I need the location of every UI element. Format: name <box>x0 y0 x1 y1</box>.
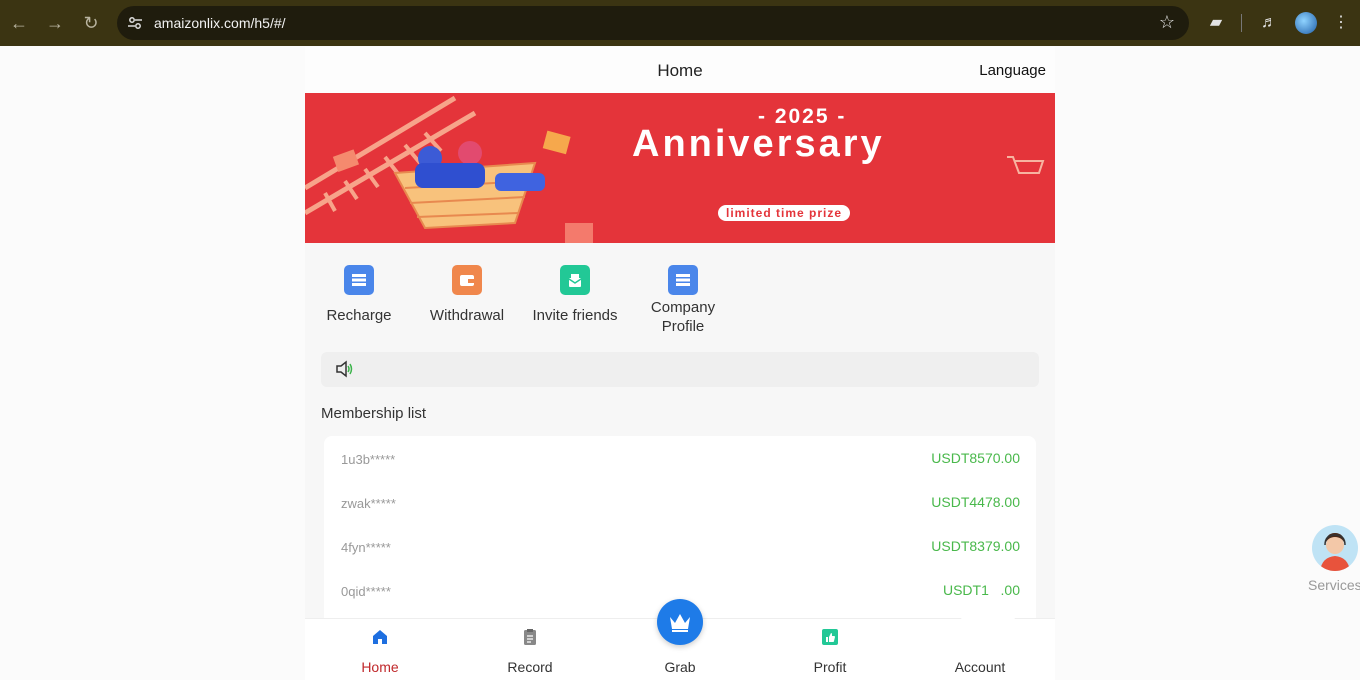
invite-friends-button[interactable]: Invite friends <box>521 265 629 325</box>
bottom-tab-bar: Home Record Grab Profit Account <box>305 599 1055 680</box>
member-name: 1u3b***** <box>341 452 396 467</box>
company-profile-label: Company Profile <box>650 299 716 335</box>
member-amount: USDT4478.00 <box>931 494 1020 510</box>
crown-icon <box>670 614 690 632</box>
address-bar[interactable]: amaizonlix.com/h5/#/ ☆ <box>117 6 1189 40</box>
member-amount: USDT1 .00 <box>942 582 1020 598</box>
shopping-cart-illustration <box>305 95 593 243</box>
tab-account[interactable]: Account <box>905 619 1055 680</box>
forward-arrow-icon[interactable]: → <box>44 12 66 34</box>
quick-actions: Recharge Withdrawal Invite friends Compa… <box>305 247 1055 347</box>
document-icon <box>668 265 698 295</box>
toolbar-divider <box>1241 14 1242 32</box>
member-name: zwak***** <box>341 496 396 511</box>
tab-home-label: Home <box>361 659 399 675</box>
invite-icon <box>560 265 590 295</box>
support-agent-icon <box>1312 525 1358 571</box>
member-name: 4fyn***** <box>341 540 391 555</box>
invite-friends-label: Invite friends <box>532 307 618 324</box>
bookmark-star-icon[interactable]: ☆ <box>1159 12 1175 33</box>
banner-headline: Anniversary <box>632 123 885 165</box>
list-item: zwak***** USDT4478.00 <box>324 480 1036 524</box>
wallet-icon <box>452 265 482 295</box>
site-settings-icon[interactable] <box>127 15 143 31</box>
grab-button[interactable] <box>657 599 703 645</box>
extensions-icon[interactable]: ▰ <box>1205 12 1227 34</box>
media-control-icon[interactable]: ♬ <box>1258 12 1280 34</box>
services-label: Services <box>1308 577 1360 593</box>
withdrawal-button[interactable]: Withdrawal <box>413 265 521 325</box>
member-amount: USDT8379.00 <box>931 538 1020 554</box>
recharge-button[interactable]: Recharge <box>305 265 413 325</box>
company-profile-button[interactable]: Company Profile <box>629 265 737 336</box>
speaker-icon <box>336 360 353 378</box>
tab-record-label: Record <box>507 659 553 675</box>
back-arrow-icon[interactable]: ← <box>8 12 30 34</box>
banner-tagline: limited time prize <box>718 205 851 221</box>
customer-service-widget[interactable]: Services <box>1308 525 1360 600</box>
tab-account-label: Account <box>954 659 1006 675</box>
browser-menu-icon[interactable]: ⋮ <box>1330 12 1352 34</box>
list-item: 4fyn***** USDT8379.00 <box>324 524 1036 568</box>
anniversary-banner[interactable]: - 2025 - Anniversary limited time prize <box>305 93 1055 243</box>
profile-avatar[interactable] <box>1295 12 1317 34</box>
browser-toolbar: ← → ↻ amaizonlix.com/h5/#/ ☆ ▰ ♬ ⋮ <box>0 0 1360 46</box>
list-item: 1u3b***** USDT8570.00 <box>324 436 1036 480</box>
clipboard-icon <box>524 629 536 645</box>
wallet-card-icon <box>344 265 374 295</box>
thumbs-up-icon <box>822 629 838 645</box>
tab-home[interactable]: Home <box>305 619 455 680</box>
language-button[interactable]: Language <box>979 62 1046 79</box>
withdrawal-label: Withdrawal <box>429 307 505 324</box>
home-icon <box>373 630 387 644</box>
tab-profit[interactable]: Profit <box>755 619 905 680</box>
reload-icon[interactable]: ↻ <box>80 12 102 34</box>
member-amount: USDT8570.00 <box>931 450 1020 466</box>
app-container: Home Language - 2025 - Anniversary limit… <box>305 47 1055 680</box>
member-name: 0qid***** <box>341 584 391 599</box>
cart-doodle-icon <box>1007 156 1045 174</box>
tab-profit-label: Profit <box>813 659 847 675</box>
recharge-label: Recharge <box>326 307 392 324</box>
membership-list-title: Membership list <box>321 405 427 422</box>
tab-grab-label: Grab <box>664 659 696 675</box>
app-header: Home Language <box>305 47 1055 93</box>
announcement-bar[interactable] <box>321 352 1039 387</box>
tab-record[interactable]: Record <box>455 619 605 680</box>
url-text[interactable]: amaizonlix.com/h5/#/ <box>154 15 286 31</box>
page-title: Home <box>657 61 703 80</box>
